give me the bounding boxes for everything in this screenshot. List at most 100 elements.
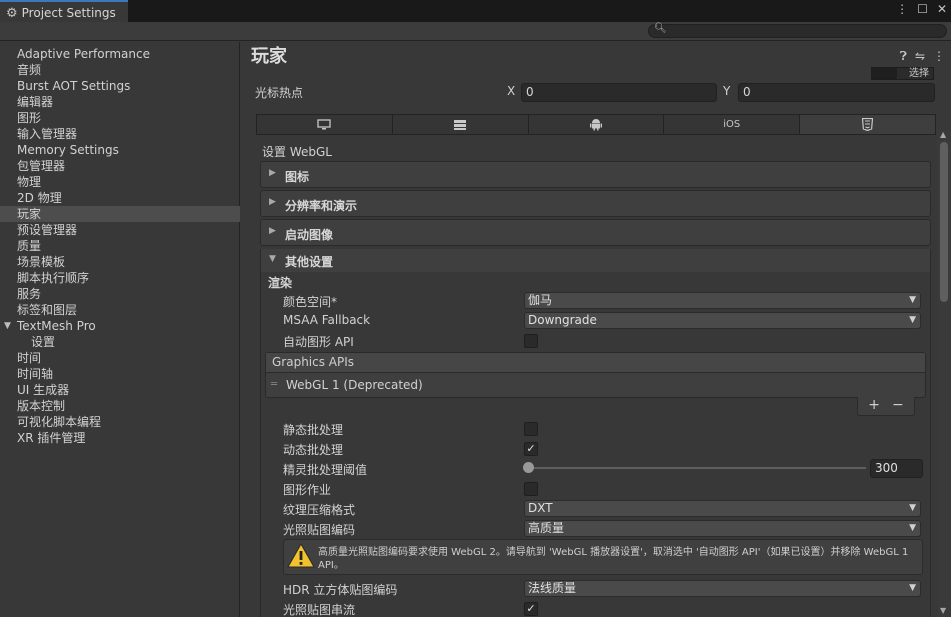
sprite-batching-threshold-input[interactable]: 300 <box>870 459 923 478</box>
sidebar-item-quality[interactable]: 质量 <box>0 238 240 254</box>
drag-handle-icon[interactable]: ═ <box>271 375 277 395</box>
collapsed-arrow-icon: ▶ <box>269 226 276 236</box>
sidebar-item-time[interactable]: 时间 <box>0 350 240 366</box>
sidebar-item-player[interactable]: 玩家 <box>0 206 240 222</box>
static-batching-checkbox[interactable] <box>524 422 538 436</box>
player-settings-panel: 玩家 ❓︎ ⇋ ⋮ 选择 光标热点 X 0 Y 0 iOS 设置 WebGL ▶… <box>241 42 951 617</box>
collapsed-arrow-icon: ▶ <box>269 168 276 178</box>
tab-ios[interactable]: iOS <box>664 115 801 134</box>
gear-icon: ⚙ <box>6 5 18 21</box>
window-tab-label: Project Settings <box>21 6 116 20</box>
sidebar-item-editor[interactable]: 编辑器 <box>0 94 240 110</box>
graphics-jobs-checkbox[interactable] <box>524 482 538 496</box>
dropdown-value: DXT <box>528 501 553 515</box>
sidebar-item-services[interactable]: 服务 <box>0 286 240 302</box>
select-button-label: 选择 <box>909 68 929 79</box>
platform-tabs: iOS <box>256 114 936 135</box>
foldout-label: 分辨率和演示 <box>285 199 358 213</box>
foldout-resolution[interactable]: ▶ 分辨率和演示 <box>260 190 931 217</box>
expanded-arrow-icon: ▼ <box>269 254 276 264</box>
sprite-batching-slider-handle[interactable] <box>523 462 534 473</box>
graphics-api-label: WebGL 1 (Deprecated) <box>286 378 423 392</box>
chevron-down-icon: ▼ <box>909 503 916 513</box>
tab-android[interactable] <box>528 115 665 134</box>
color-space-dropdown[interactable]: 伽马 ▼ <box>524 292 921 309</box>
foldout-label: 图标 <box>285 170 310 184</box>
sidebar-item-burst-aot[interactable]: Burst AOT Settings <box>0 78 240 94</box>
android-icon <box>589 119 602 131</box>
scrollbar-thumb[interactable] <box>940 142 948 302</box>
sidebar-item-audio[interactable]: 音频 <box>0 62 240 78</box>
sidebar-item-memory-settings[interactable]: Memory Settings <box>0 142 240 158</box>
sidebar-item-input-manager[interactable]: 输入管理器 <box>0 126 240 142</box>
sidebar-item-textmesh-settings[interactable]: 设置 <box>0 334 240 350</box>
sidebar-item-visual-scripting[interactable]: 可视化脚本编程 <box>0 414 240 430</box>
sidebar-item-physics[interactable]: 物理 <box>0 174 240 190</box>
sprite-batching-threshold-label: 精灵批处理阈值 <box>283 463 368 477</box>
sidebar-item-adaptive-performance[interactable]: Adaptive Performance <box>0 46 240 62</box>
close-icon[interactable]: ✕ <box>937 2 947 16</box>
expand-arrow-icon[interactable]: ▼ <box>4 318 11 334</box>
sidebar-item-textmesh-pro[interactable]: ▼ TextMesh Pro <box>0 318 240 334</box>
scroll-down-icon[interactable]: ▼ <box>940 606 946 615</box>
sidebar-item-version-control[interactable]: 版本控制 <box>0 398 240 414</box>
foldout-other-settings[interactable]: ▼ 其他设置 <box>261 249 930 272</box>
maximize-icon[interactable]: ☐ <box>917 2 928 16</box>
help-icon[interactable]: ❓︎ <box>900 49 907 64</box>
scroll-up-icon[interactable]: ▲ <box>940 130 946 139</box>
lightmap-streaming-checkbox[interactable]: ✓ <box>524 602 538 616</box>
cursor-hotspot-label: 光标热点 <box>255 86 304 100</box>
auto-graphics-api-checkbox[interactable] <box>524 334 538 348</box>
vertical-scrollbar[interactable]: ▲ ▼ <box>937 130 951 617</box>
static-batching-label: 静态批处理 <box>283 423 344 437</box>
foldout-splash-image[interactable]: ▶ 启动图像 <box>260 219 931 246</box>
search-input[interactable]: 🔍︎ <box>648 23 947 38</box>
remove-api-button[interactable]: − <box>892 397 904 415</box>
dropdown-value: Downgrade <box>528 313 597 327</box>
graphics-jobs-label: 图形作业 <box>283 483 332 497</box>
sidebar-item-graphics[interactable]: 图形 <box>0 110 240 126</box>
warning-helpbox: 高质量光照贴图编码要求使用 WebGL 2。请导航到 'WebGL 播放器设置'… <box>283 539 923 575</box>
tab-dedicated-server[interactable] <box>392 115 529 134</box>
add-api-button[interactable]: + <box>868 397 880 415</box>
hotspot-x-input[interactable]: 0 <box>521 83 717 102</box>
tab-standalone[interactable] <box>257 115 393 134</box>
chevron-down-icon: ▼ <box>909 523 916 533</box>
hotspot-y-input[interactable]: 0 <box>738 83 935 102</box>
monitor-icon <box>317 118 332 129</box>
page-title: 玩家 <box>251 46 287 67</box>
cursor-texture-select-button[interactable]: 选择 <box>871 67 934 80</box>
chevron-down-icon: ▼ <box>909 295 916 305</box>
sidebar-item-script-execution-order[interactable]: 脚本执行顺序 <box>0 270 240 286</box>
more-options-icon[interactable]: ⋮ <box>896 2 908 16</box>
foldout-icon[interactable]: ▶ 图标 <box>260 161 931 188</box>
sidebar-item-xr-plugin[interactable]: XR 插件管理 <box>0 430 240 446</box>
sidebar-item-preset-manager[interactable]: 预设管理器 <box>0 222 240 238</box>
texture-compression-dropdown[interactable]: DXT ▼ <box>524 500 921 517</box>
sidebar-item-physics-2d[interactable]: 2D 物理 <box>0 190 240 206</box>
texture-compression-label: 纹理压缩格式 <box>283 503 356 517</box>
project-settings-window: ⚙ Project Settings ⋮ ☐ ✕ 🔍︎ Adaptive Per… <box>0 0 951 617</box>
server-icon <box>454 119 467 130</box>
sprite-batching-slider-track[interactable] <box>528 467 866 469</box>
foldout-label: 启动图像 <box>285 228 334 242</box>
y-axis-label: Y <box>723 84 731 98</box>
msaa-fallback-dropdown[interactable]: Downgrade ▼ <box>524 312 921 329</box>
sidebar-item-timeline[interactable]: 时间轴 <box>0 366 240 382</box>
rendering-header: 渲染 <box>268 276 293 290</box>
graphics-apis-header: Graphics APIs <box>266 353 925 373</box>
preset-icon[interactable]: ⇋ <box>915 49 925 64</box>
dynamic-batching-checkbox[interactable]: ✓ <box>524 442 538 456</box>
tab-webgl[interactable] <box>800 115 935 134</box>
sidebar-item-tags-layers[interactable]: 标签和图层 <box>0 302 240 318</box>
list-item[interactable]: ═ WebGL 1 (Deprecated) <box>266 375 925 397</box>
hdr-cubemap-encoding-dropdown[interactable]: 法线质量 ▼ <box>524 580 921 597</box>
title-bar: ⚙ Project Settings ⋮ ☐ ✕ <box>0 0 951 24</box>
more-options-icon[interactable]: ⋮ <box>933 49 945 64</box>
dropdown-value: 高质量 <box>528 521 565 535</box>
sidebar-item-package-manager[interactable]: 包管理器 <box>0 158 240 174</box>
window-tab[interactable]: ⚙ Project Settings <box>0 0 128 24</box>
sidebar-item-ui-builder[interactable]: UI 生成器 <box>0 382 240 398</box>
sidebar-item-scene-template[interactable]: 场景模板 <box>0 254 240 270</box>
lightmap-encoding-dropdown[interactable]: 高质量 ▼ <box>524 520 921 537</box>
